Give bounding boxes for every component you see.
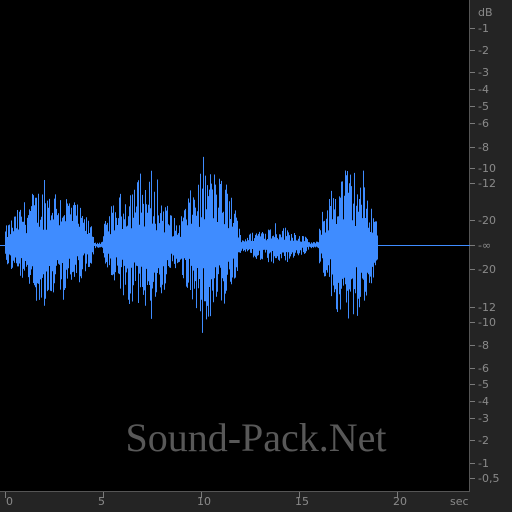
audio-editor: dB -1 -2 -3 -4 -5 -6 -8 -10 -12 -20 -∞ -…: [0, 0, 512, 512]
db-tick-label: -2: [478, 434, 489, 447]
waveform-display[interactable]: [0, 0, 470, 492]
waveform-trace: [0, 156, 470, 333]
db-tick-label: -6: [478, 362, 489, 375]
db-tick: [470, 307, 475, 308]
time-tick-label: 15: [295, 495, 309, 508]
db-tick: [470, 147, 475, 148]
ruler-corner: [470, 492, 512, 512]
db-tick: [470, 72, 475, 73]
db-tick: [470, 401, 475, 402]
time-ruler: 0 5 10 15 20 sec: [0, 492, 470, 512]
db-tick: [470, 89, 475, 90]
waveform-svg: [0, 156, 470, 333]
db-tick: [470, 183, 475, 184]
db-ruler: dB -1 -2 -3 -4 -5 -6 -8 -10 -12 -20 -∞ -…: [470, 0, 512, 492]
db-tick: [470, 322, 475, 323]
db-tick-label: -10: [478, 316, 496, 329]
db-tick: [470, 220, 475, 221]
db-tick-label: -8: [478, 141, 489, 154]
db-tick-label: -∞: [478, 239, 492, 252]
db-tick: [470, 463, 475, 464]
time-unit-label: sec: [450, 495, 469, 508]
db-tick: [470, 269, 475, 270]
db-tick: [470, 123, 475, 124]
db-tick-label: -6: [478, 117, 489, 130]
db-tick: [470, 345, 475, 346]
db-tick-label: -3: [478, 412, 489, 425]
db-tick-label: -12: [478, 177, 496, 190]
db-tick: [470, 384, 475, 385]
db-tick-label: -12: [478, 301, 496, 314]
db-tick: [470, 245, 475, 246]
time-tick-label: 20: [393, 495, 407, 508]
db-tick: [470, 168, 475, 169]
db-tick-label: -5: [478, 378, 489, 391]
db-tick-label: -0,5: [478, 472, 500, 485]
db-tick: [470, 106, 475, 107]
db-tick: [470, 28, 475, 29]
db-tick-label: -20: [478, 214, 496, 227]
time-tick-label: 0: [6, 495, 13, 508]
db-tick: [470, 418, 475, 419]
db-tick-label: -3: [478, 66, 489, 79]
db-unit-label: dB: [478, 6, 493, 19]
db-tick-label: -4: [478, 83, 489, 96]
db-tick-label: -8: [478, 339, 489, 352]
db-tick-label: -2: [478, 44, 489, 57]
db-tick-label: -1: [478, 22, 489, 35]
db-tick-label: -5: [478, 100, 489, 113]
db-tick-label: -1: [478, 457, 489, 470]
db-tick: [470, 440, 475, 441]
time-tick-label: 5: [98, 495, 105, 508]
db-tick-label: -4: [478, 395, 489, 408]
time-tick-label: 10: [197, 495, 211, 508]
db-tick-label: -10: [478, 162, 496, 175]
db-tick: [470, 50, 475, 51]
db-tick: [470, 368, 475, 369]
db-tick: [470, 478, 475, 479]
db-tick-label: -20: [478, 263, 496, 276]
